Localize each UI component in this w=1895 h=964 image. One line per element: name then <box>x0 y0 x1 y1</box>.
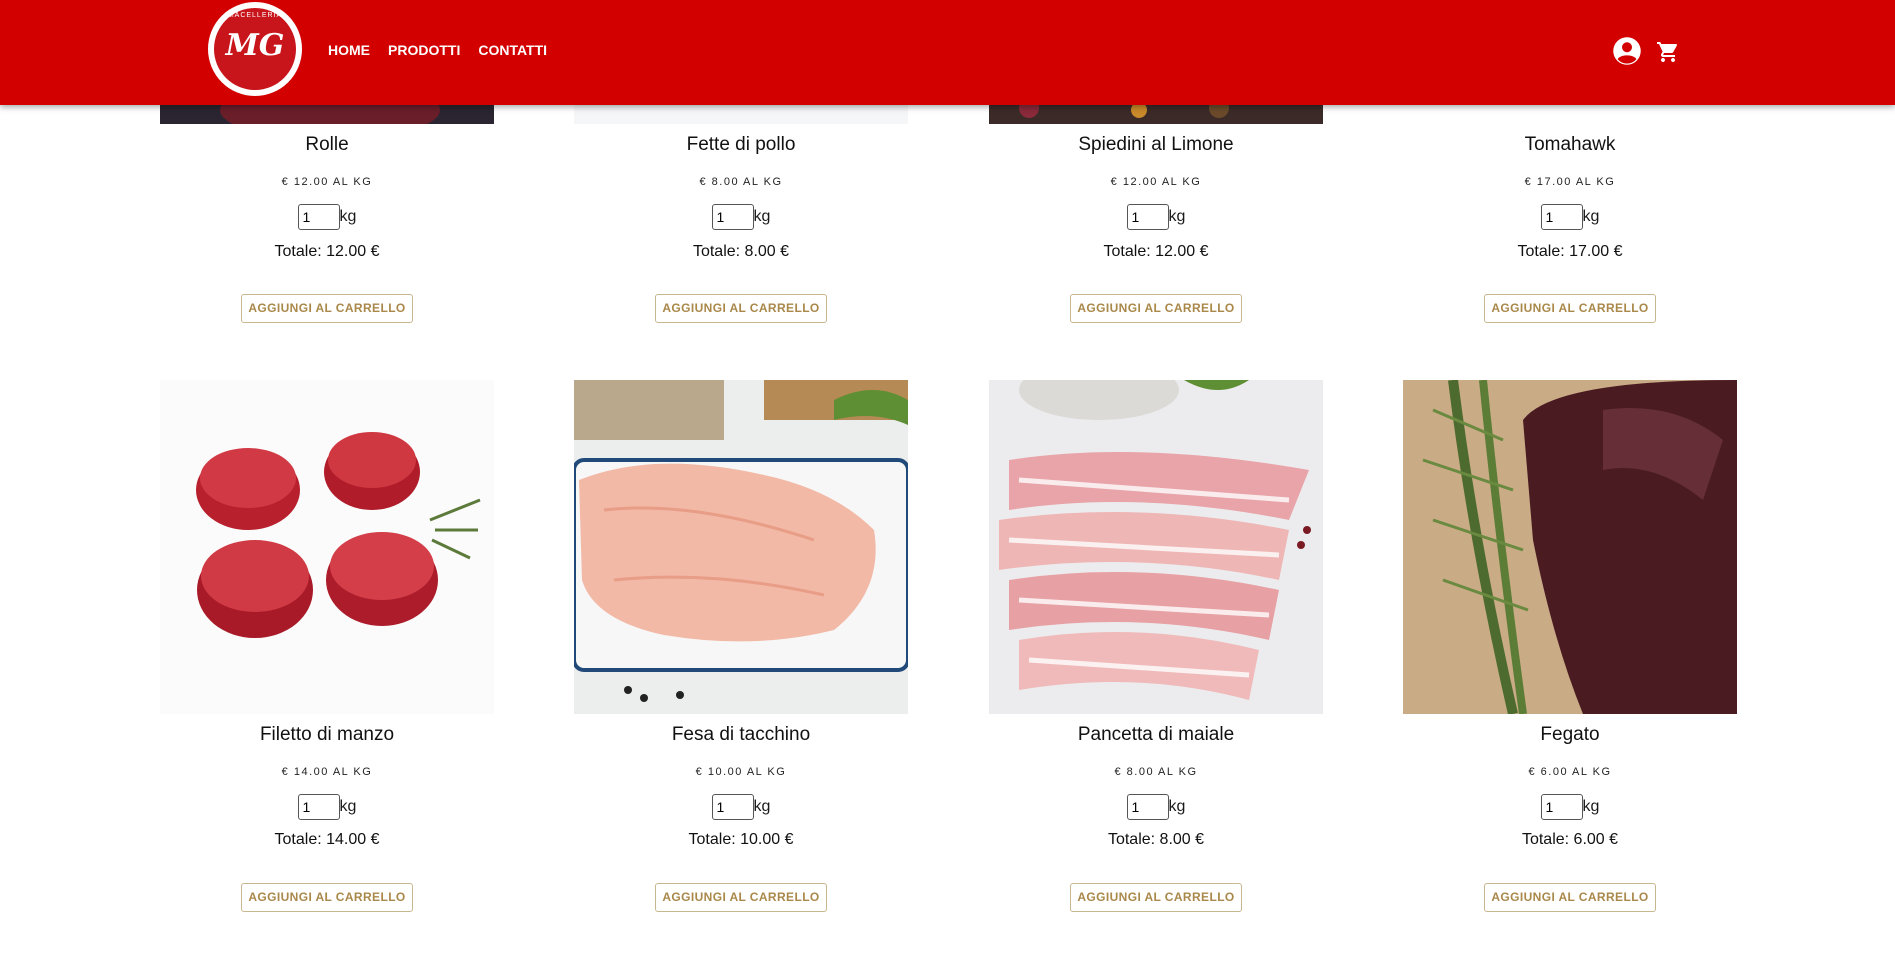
product-image[interactable] <box>989 380 1323 714</box>
product-name: Fette di pollo <box>686 134 796 155</box>
macelleria-logo[interactable]: MACELLERIA MG <box>208 2 302 96</box>
product-name: Spiedini al Limone <box>1078 134 1234 155</box>
unit-label: kg <box>1582 208 1600 225</box>
product-image[interactable] <box>160 380 494 714</box>
add-to-cart-button[interactable]: AGGIUNGI AL CARRELLO <box>1484 883 1656 912</box>
add-to-cart-button[interactable]: AGGIUNGI AL CARRELLO <box>241 294 413 323</box>
unit-label: kg <box>1582 798 1600 815</box>
top-navbar: MACELLERIA MG HOME PRODOTTI CONTATTI <box>0 0 1895 105</box>
product-total: Totale: 10.00 € <box>688 831 794 848</box>
quantity-input[interactable] <box>711 794 754 820</box>
product-price: € 8.00 AL KG <box>699 176 783 188</box>
logo-monogram: MG <box>225 28 285 63</box>
product-image[interactable] <box>1403 380 1737 714</box>
account-circle-icon[interactable] <box>1612 36 1642 66</box>
quantity-row: kg <box>574 204 908 230</box>
nav-prodotti-link[interactable]: PRODOTTI <box>388 42 460 58</box>
product-total: Totale: 6.00 € <box>1521 831 1619 848</box>
add-to-cart-button[interactable]: AGGIUNGI AL CARRELLO <box>1484 294 1656 323</box>
quantity-row: kg <box>989 204 1323 230</box>
unit-label: kg <box>753 208 771 225</box>
product-total: Totale: 14.00 € <box>274 831 380 848</box>
product-name: Rolle <box>305 134 349 155</box>
unit-label: kg <box>339 798 357 815</box>
product-total: Totale: 17.00 € <box>1517 243 1623 260</box>
shopping-cart-icon[interactable] <box>1656 40 1680 64</box>
product-price: € 12.00 AL KG <box>281 176 373 188</box>
product-name: Pancetta di maiale <box>1077 724 1235 745</box>
quantity-input[interactable] <box>297 204 340 230</box>
product-price: € 10.00 AL KG <box>695 766 787 778</box>
product-total: Totale: 12.00 € <box>1103 243 1209 260</box>
unit-label: kg <box>1168 798 1186 815</box>
product-total: Totale: 12.00 € <box>274 243 380 260</box>
product-total: Totale: 8.00 € <box>692 243 790 260</box>
product-total: Totale: 8.00 € <box>1107 831 1205 848</box>
quantity-row: kg <box>1403 204 1737 230</box>
product-name: Tomahawk <box>1524 134 1616 155</box>
product-name: Filetto di manzo <box>259 724 395 745</box>
add-to-cart-button[interactable]: AGGIUNGI AL CARRELLO <box>1070 294 1242 323</box>
add-to-cart-button[interactable]: AGGIUNGI AL CARRELLO <box>655 294 827 323</box>
quantity-row: kg <box>989 794 1323 820</box>
nav-contatti-link[interactable]: CONTATTI <box>478 42 547 58</box>
product-price: € 17.00 AL KG <box>1524 176 1616 188</box>
unit-label: kg <box>339 208 357 225</box>
quantity-input[interactable] <box>297 794 340 820</box>
quantity-input[interactable] <box>1126 204 1169 230</box>
product-price: € 6.00 AL KG <box>1528 766 1612 778</box>
product-image[interactable] <box>574 380 908 714</box>
quantity-input[interactable] <box>1540 204 1583 230</box>
unit-label: kg <box>1168 208 1186 225</box>
product-price: € 8.00 AL KG <box>1114 766 1198 778</box>
quantity-input[interactable] <box>1540 794 1583 820</box>
product-price: € 12.00 AL KG <box>1110 176 1202 188</box>
nav-home-link[interactable]: HOME <box>328 42 370 58</box>
logo-arc-text: MACELLERIA <box>227 12 283 19</box>
product-name: Fesa di tacchino <box>671 724 811 745</box>
quantity-row: kg <box>574 794 908 820</box>
add-to-cart-button[interactable]: AGGIUNGI AL CARRELLO <box>241 883 413 912</box>
quantity-row: kg <box>160 204 494 230</box>
product-price: € 14.00 AL KG <box>281 766 373 778</box>
add-to-cart-button[interactable]: AGGIUNGI AL CARRELLO <box>1070 883 1242 912</box>
product-name: Fegato <box>1540 724 1600 745</box>
unit-label: kg <box>753 798 771 815</box>
add-to-cart-button[interactable]: AGGIUNGI AL CARRELLO <box>655 883 827 912</box>
quantity-row: kg <box>1403 794 1737 820</box>
quantity-input[interactable] <box>1126 794 1169 820</box>
main-nav: HOME PRODOTTI CONTATTI <box>328 42 565 58</box>
quantity-input[interactable] <box>711 204 754 230</box>
quantity-row: kg <box>160 794 494 820</box>
logo-seal: MACELLERIA MG <box>214 8 296 90</box>
